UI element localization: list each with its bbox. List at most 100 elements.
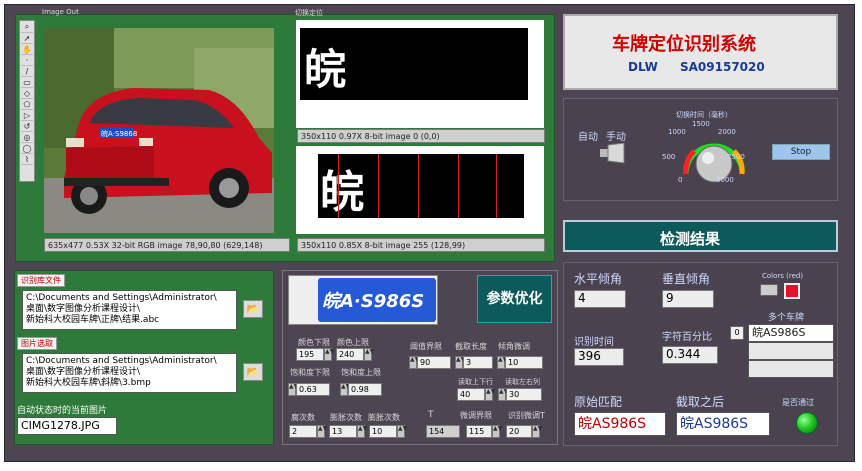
multi-item-1[interactable]: 皖AS986S — [748, 324, 834, 342]
leftright-label: 读取左右列 — [505, 378, 540, 386]
picture-browse-button[interactable]: 📂 — [243, 363, 263, 381]
split-line — [496, 154, 497, 218]
hue-low-label: 颜色下限 — [298, 338, 330, 347]
updown-label: 读取上下行 — [458, 378, 493, 386]
car-image: 皖A·S9868 — [44, 28, 274, 233]
hue-high-spinner[interactable]: ▲▼ — [364, 348, 374, 361]
knob-tick-2000: 2000 — [718, 128, 736, 136]
recog-spinner[interactable]: ▲▼ — [532, 425, 542, 438]
corrode-input[interactable]: 2 — [289, 425, 317, 438]
hue-low-input[interactable]: 195 — [296, 348, 324, 361]
rect-tool-icon[interactable]: ▭ — [21, 77, 33, 88]
percent-label: 字符百分比 — [662, 332, 712, 343]
binary-plate-top: 皖A·S986S — [300, 28, 528, 100]
current-image-label: 自动状态时的当前图片 — [17, 406, 108, 416]
pass-indicator-led — [796, 412, 818, 434]
cut-len-input[interactable]: 3 — [463, 356, 493, 369]
knob-tick-3000: 3000 — [716, 176, 734, 184]
color-swatch[interactable] — [784, 283, 800, 299]
image-out-title: Image Out — [42, 8, 79, 16]
color-toggle[interactable] — [760, 284, 778, 296]
after-value: 皖AS986S — [676, 412, 770, 436]
plate-preview: 皖A·S986S — [318, 278, 436, 322]
angle-input[interactable]: 10 — [505, 356, 543, 369]
recog-input[interactable]: 20 — [506, 425, 532, 438]
thresh-spinner[interactable]: ▲▼ — [409, 356, 419, 369]
line-tool-icon[interactable]: / — [21, 66, 33, 77]
sat-low-input[interactable]: 0.63 — [296, 383, 330, 396]
micro-spinner[interactable]: ▲▼ — [492, 425, 502, 438]
folder-icon: 📂 — [246, 303, 260, 315]
sat-low-label: 饱和度下限 — [290, 368, 330, 377]
annulus-tool-icon[interactable]: ◎ — [21, 132, 33, 143]
colors-label: Colors (red) — [762, 272, 804, 280]
library-path[interactable]: C:\Documents and Settings\Administrator\… — [22, 290, 237, 330]
leftright-spinner[interactable]: ▲▼ — [498, 388, 508, 401]
sat-high-label: 饱和度上限 — [341, 368, 381, 377]
library-label: 识别库文件 — [17, 274, 65, 287]
time-label: 识别时间 — [574, 337, 614, 348]
split-line — [458, 154, 459, 218]
hue-high-input[interactable]: 240 — [336, 348, 364, 361]
sat-low-spinner[interactable]: ▲▼ — [288, 383, 298, 396]
micro-input[interactable]: 115 — [466, 425, 492, 438]
locate-status-top: 350x110 0.97X 8-bit image 0 (0,0) — [297, 129, 545, 143]
picture-label: 图片选取 — [17, 337, 57, 350]
knob-tick-1500: 1500 — [692, 120, 710, 128]
mode-toggle[interactable] — [598, 142, 626, 164]
dilate-label: 膨胀次数 — [368, 413, 400, 422]
angle-spinner[interactable]: ▲▼ — [497, 356, 507, 369]
arc-tool-icon[interactable]: ↺ — [21, 121, 33, 132]
sat-high-input[interactable]: 0.98 — [348, 383, 382, 396]
expand-spinner[interactable]: ▲▼ — [357, 425, 367, 438]
hue-low-spinner[interactable]: ▲▼ — [324, 348, 334, 361]
pointer-tool-icon[interactable]: ➚ — [21, 33, 33, 44]
v-angle-label: 垂直倾角 — [662, 272, 711, 286]
folder-icon: 📂 — [246, 366, 260, 378]
thresh-input[interactable]: 90 — [417, 356, 451, 369]
corrode-spinner[interactable]: ▲▼ — [317, 425, 327, 438]
time-value: 396 — [574, 348, 624, 366]
updown-spinner[interactable]: ▲▼ — [485, 388, 495, 401]
plate-preview-text: 皖A·S986S — [322, 291, 425, 312]
polygon-tool-icon[interactable]: ⬠ — [21, 99, 33, 110]
expand-input[interactable]: 13 — [329, 425, 357, 438]
split-line — [378, 154, 379, 218]
oval-tool-icon[interactable]: ◯ — [21, 143, 33, 154]
zoom-tool-icon[interactable]: ⌕ — [21, 22, 33, 33]
pan-tool-icon[interactable]: ✋ — [21, 44, 33, 55]
optimize-button[interactable]: 参数优化 — [477, 275, 552, 323]
hue-high-label: 颜色上限 — [337, 338, 369, 347]
current-image-file[interactable]: CIMG1278.JPG — [17, 417, 117, 435]
percent-value: 0.344 — [662, 346, 718, 364]
manual-label: 手动 — [606, 132, 626, 143]
leftright-input[interactable]: 30 — [506, 388, 542, 401]
cut-len-spinner[interactable]: ▲▼ — [455, 356, 465, 369]
sat-high-spinner[interactable]: ▲▼ — [340, 383, 350, 396]
stop-button[interactable]: Stop — [772, 144, 830, 160]
multi-item-3[interactable] — [748, 360, 834, 378]
broken-line-tool-icon[interactable]: ⌇ — [21, 154, 33, 165]
binary-plate-bottom-text: 皖A·S986S — [320, 167, 364, 218]
split-line — [338, 154, 339, 218]
freehand-tool-icon[interactable]: ▷ — [21, 110, 33, 121]
corrode-label: 腐次数 — [291, 413, 315, 422]
image-toolbar: ⌕ ➚ ✋ · / ▭ ◇ ⬠ ▷ ↺ ◎ ◯ ⌇ — [19, 20, 35, 182]
dilate-spinner[interactable]: ▲▼ — [397, 425, 407, 438]
point-tool-icon[interactable]: · — [21, 55, 33, 66]
multi-item-2[interactable] — [748, 342, 834, 360]
dilate-input[interactable]: 10 — [369, 425, 397, 438]
t-label: T — [428, 410, 434, 420]
thresh-label: 阈值界限 — [410, 342, 442, 351]
library-browse-button[interactable]: 📂 — [243, 300, 263, 318]
t-value: 154 — [426, 425, 460, 438]
percent-index[interactable]: 0 — [730, 326, 744, 340]
orig-value: 皖AS986S — [574, 412, 666, 436]
locate-title: 切换定位 — [295, 9, 323, 17]
updown-input[interactable]: 40 — [457, 388, 485, 401]
result-title: 检测结果 — [660, 230, 721, 248]
picture-path[interactable]: C:\Documents and Settings\Administrator\… — [22, 353, 237, 393]
rotated-rect-tool-icon[interactable]: ◇ — [21, 88, 33, 99]
v-angle-value: 9 — [662, 290, 714, 308]
binary-plate-bottom: 皖A·S986S — [318, 154, 524, 218]
